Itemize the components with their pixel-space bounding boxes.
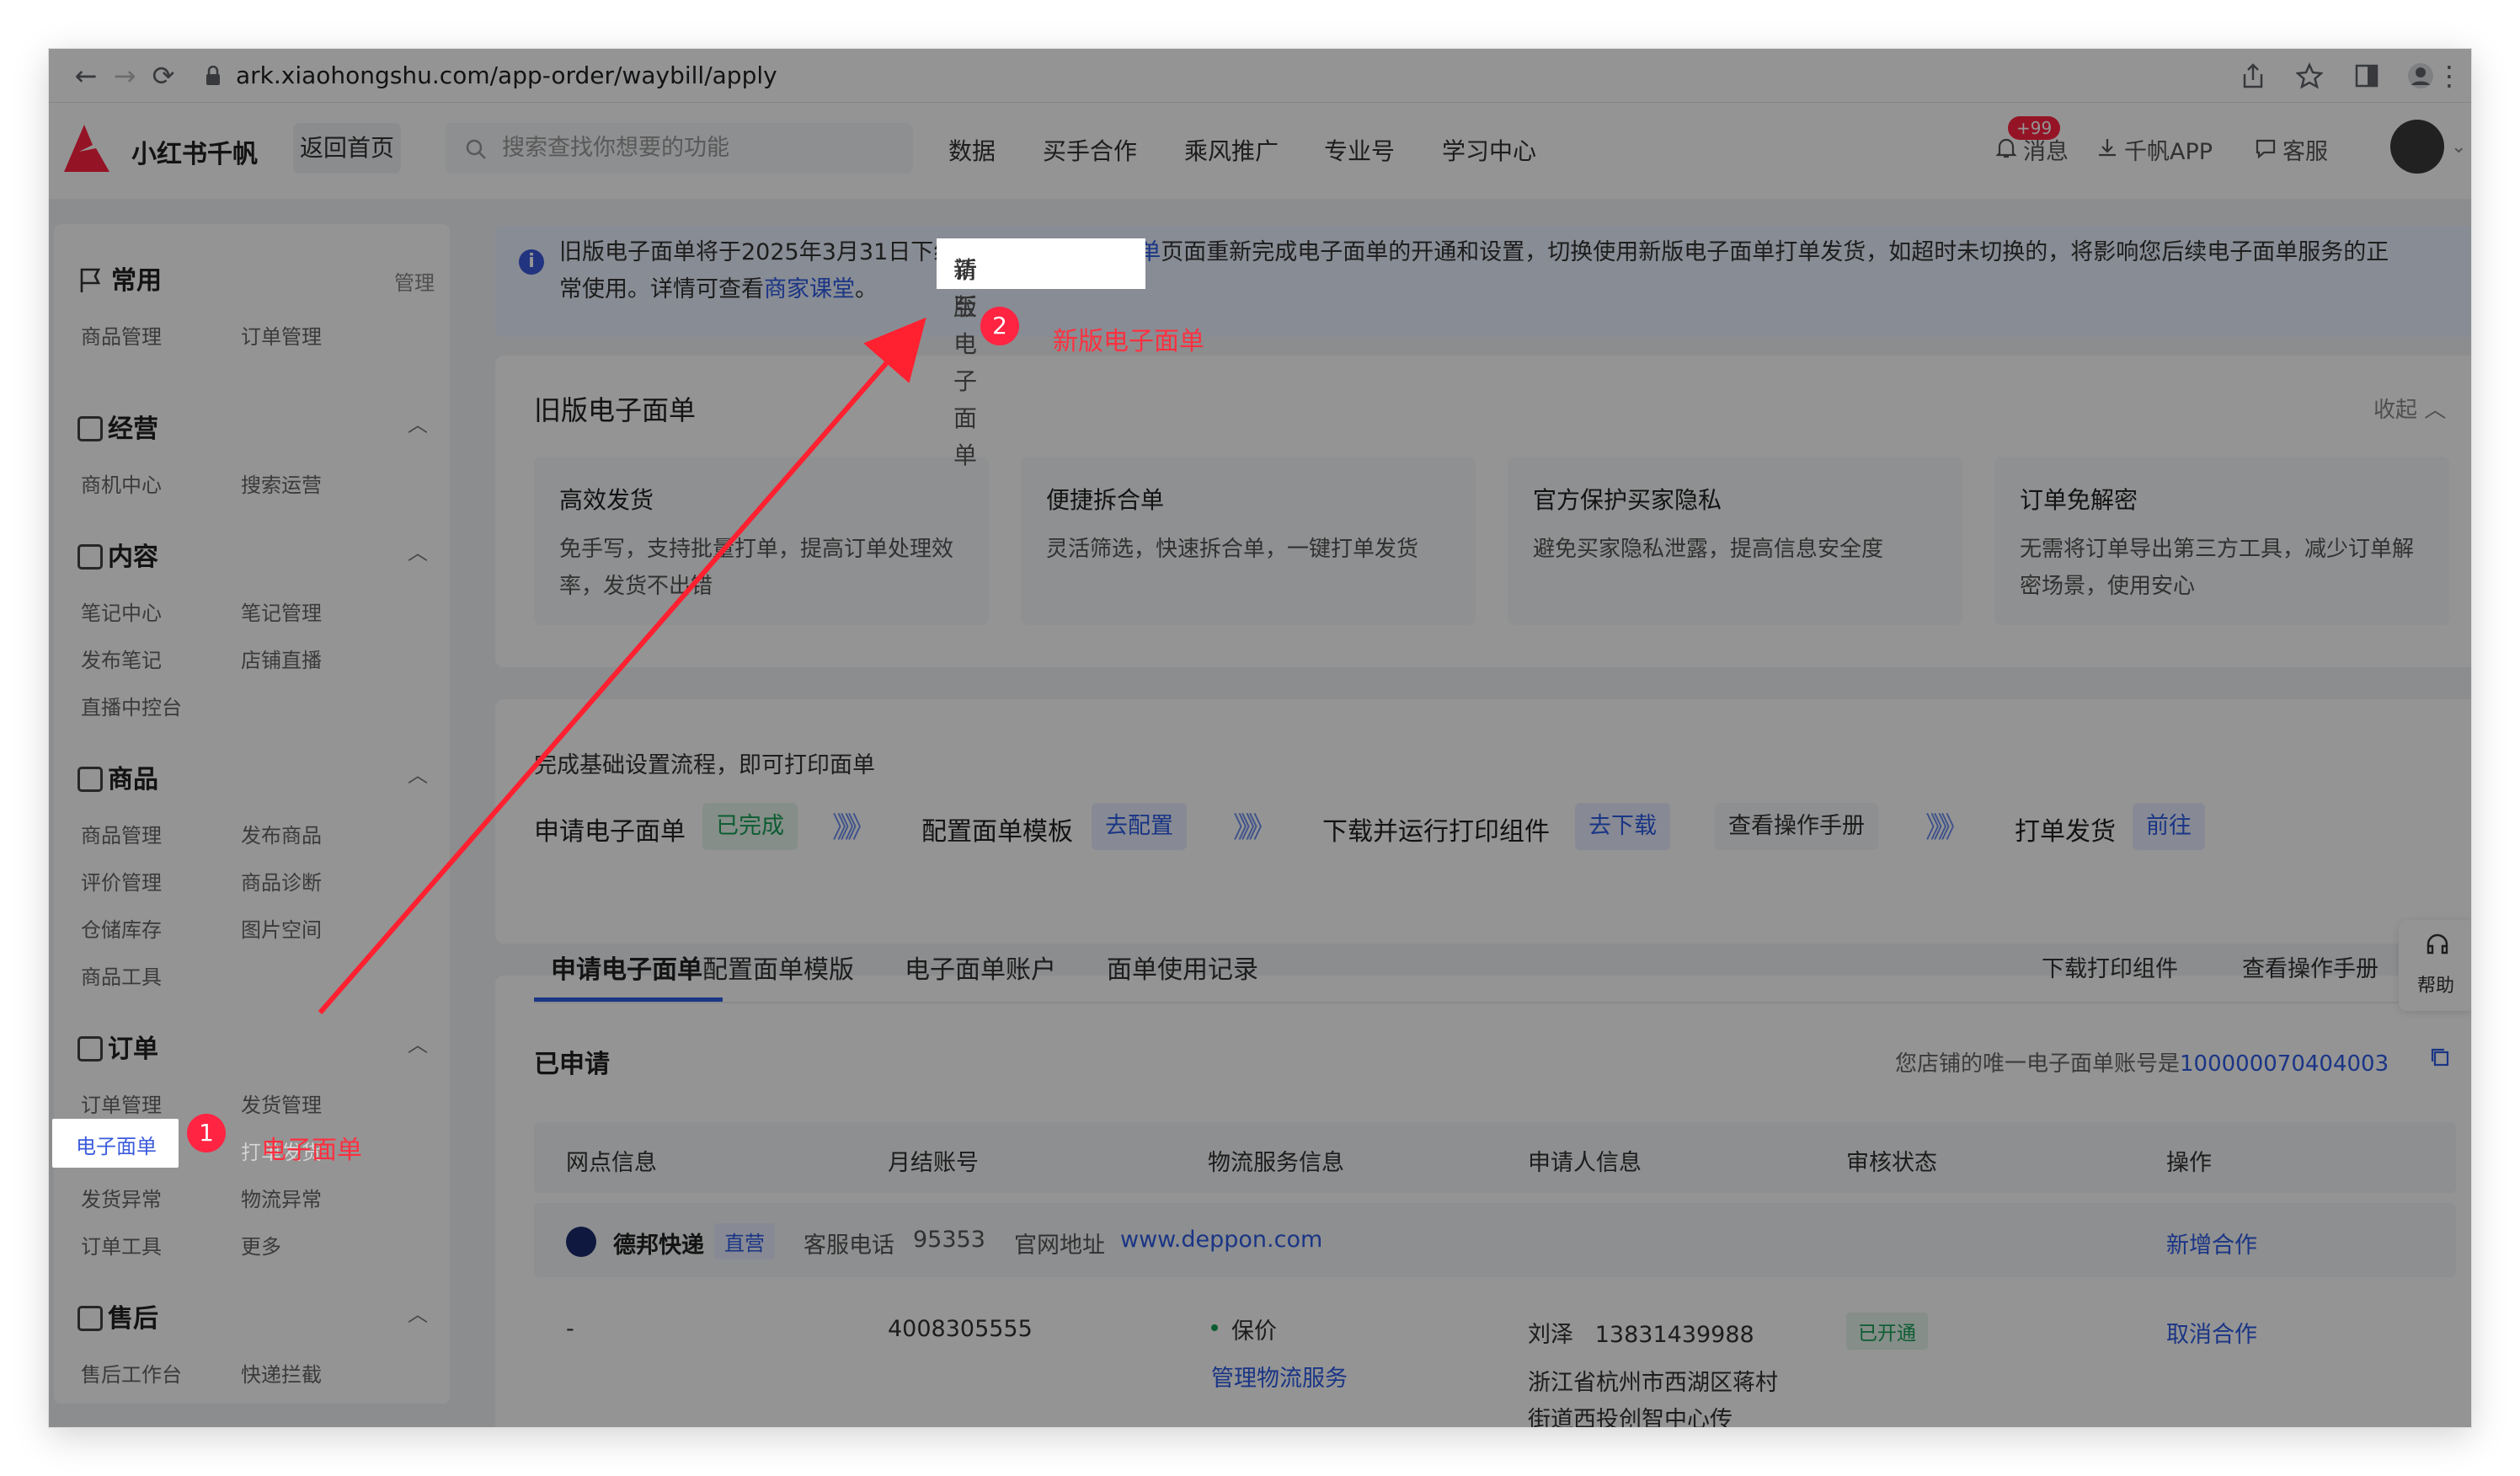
annotation-marker-2: 2 bbox=[980, 307, 1019, 345]
annotation-label-1: 电子面单 bbox=[261, 1136, 362, 1165]
annotation-label-2: 新版电子面单 bbox=[1053, 327, 1204, 356]
browser-window: ← → ⟳ ark.xiaohongshu.com/app-order/wayb… bbox=[49, 49, 2471, 1427]
annotation-arrow bbox=[318, 317, 926, 1014]
annotation-marker-1: 1 bbox=[187, 1114, 226, 1152]
